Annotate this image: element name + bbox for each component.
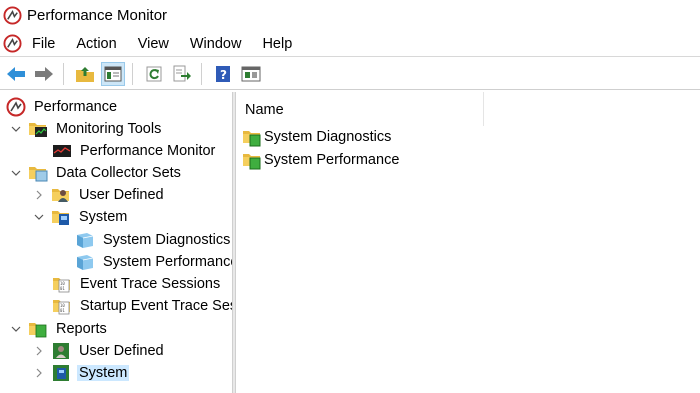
chevron-right-icon[interactable] <box>33 367 45 379</box>
console-tree[interactable]: Performance Monitoring Tools Performance… <box>0 92 232 393</box>
window-title: Performance Monitor <box>27 6 168 24</box>
tree-item-reports-system[interactable]: System <box>33 362 130 384</box>
tree-item-label: Reports <box>56 321 107 337</box>
event-trace-folder-icon <box>52 274 72 294</box>
results-list[interactable]: Name System Diagnostics System Performan… <box>236 92 700 393</box>
menu-action[interactable]: Action <box>66 31 127 57</box>
list-item[interactable]: System Performance <box>242 149 399 171</box>
column-header-name[interactable]: Name <box>236 92 484 126</box>
report-folder-icon <box>242 127 262 147</box>
properties-icon <box>241 66 261 81</box>
menu-help[interactable]: Help <box>252 31 303 57</box>
toolbar-separator <box>63 62 64 85</box>
tree-item-label: Data Collector Sets <box>56 165 181 181</box>
tree-item-label: Startup Event Trace Sess <box>80 298 232 314</box>
data-collector-sets-folder-icon <box>28 163 48 183</box>
menu-file[interactable]: File <box>26 31 66 57</box>
toolbar-separator <box>201 62 202 85</box>
performance-monitor-app-icon <box>3 6 22 25</box>
chevron-down-icon[interactable] <box>10 167 22 179</box>
tree-item-event-trace-sessions[interactable]: Event Trace Sessions <box>52 273 222 295</box>
tree-item-label: System <box>79 209 128 225</box>
tree-item-label: Performance <box>34 99 118 115</box>
forward-arrow-icon <box>35 66 53 81</box>
up-folder-icon <box>76 66 94 82</box>
tree-item-performance[interactable]: Performance <box>6 96 119 118</box>
show-hide-tree-button[interactable] <box>101 61 125 86</box>
tree-item-data-collector-sets[interactable]: Data Collector Sets <box>10 162 183 184</box>
tree-item-reports[interactable]: Reports <box>10 318 109 340</box>
refresh-button[interactable] <box>142 62 166 86</box>
chevron-right-icon[interactable] <box>33 345 45 357</box>
toolbar-separator <box>132 62 133 85</box>
reports-folder-icon <box>28 319 48 339</box>
tree-item-label: User Defined <box>79 343 164 359</box>
monitoring-tools-folder-icon <box>28 119 48 139</box>
tree-item-reports-user-defined[interactable]: User Defined <box>33 340 166 362</box>
system-report-icon <box>51 363 71 383</box>
user-report-icon <box>51 341 71 361</box>
report-folder-icon <box>242 150 262 170</box>
list-item-label: System Performance <box>264 152 400 168</box>
tree-item-label: Performance Monitor <box>80 143 216 159</box>
tree-item-performance-monitor[interactable]: Performance Monitor <box>52 140 217 162</box>
performance-monitor-chart-icon <box>52 141 72 161</box>
tree-item-dcs-system[interactable]: System <box>33 206 129 228</box>
back-arrow-icon <box>7 66 25 81</box>
data-collector-set-icon <box>75 230 95 250</box>
chevron-down-icon[interactable] <box>33 211 45 223</box>
menu-bar: File Action View Window Help <box>0 31 700 57</box>
chevron-down-icon[interactable] <box>10 123 22 135</box>
toolbar: ? <box>0 58 700 90</box>
chevron-down-icon[interactable] <box>10 323 22 335</box>
tree-item-dcs-user-defined[interactable]: User Defined <box>33 184 166 206</box>
chevron-right-icon[interactable] <box>33 189 45 201</box>
tree-item-label: Event Trace Sessions <box>80 276 221 292</box>
svg-text:?: ? <box>220 68 227 82</box>
menu-view[interactable]: View <box>128 31 180 57</box>
event-trace-folder-icon <box>52 296 72 316</box>
system-folder-icon <box>51 207 71 227</box>
properties-button[interactable] <box>239 62 263 86</box>
title-bar: Performance Monitor <box>0 0 700 30</box>
tree-item-label: System <box>77 365 130 381</box>
help-button[interactable]: ? <box>211 62 235 86</box>
list-item[interactable]: System Diagnostics <box>242 126 391 148</box>
help-icon: ? <box>216 65 230 82</box>
data-collector-set-icon <box>75 252 95 272</box>
export-list-button[interactable] <box>170 62 194 86</box>
refresh-icon <box>146 66 162 81</box>
tree-item-label: Monitoring Tools <box>56 121 162 137</box>
tree-item-monitoring-tools[interactable]: Monitoring Tools <box>10 118 163 140</box>
show-hide-tree-icon <box>104 66 122 81</box>
system-menu-icon[interactable] <box>3 34 22 53</box>
forward-button[interactable] <box>32 62 56 86</box>
user-defined-folder-icon <box>51 185 71 205</box>
tree-item-label: System Diagnostics <box>103 232 231 248</box>
back-button[interactable] <box>4 62 28 86</box>
tree-item-label: System Performance <box>103 254 232 270</box>
tree-item-system-performance[interactable]: System Performance <box>75 251 232 273</box>
list-header: Name <box>236 92 700 126</box>
up-one-level-button[interactable] <box>73 62 97 86</box>
export-list-icon <box>173 65 191 81</box>
list-item-label: System Diagnostics <box>264 129 392 145</box>
menu-window[interactable]: Window <box>180 31 253 57</box>
tree-item-system-diagnostics[interactable]: System Diagnostics <box>75 229 232 251</box>
tree-item-startup-event-trace-sessions[interactable]: Startup Event Trace Sess <box>52 295 232 317</box>
performance-icon <box>6 97 26 117</box>
tree-item-label: User Defined <box>79 187 164 203</box>
